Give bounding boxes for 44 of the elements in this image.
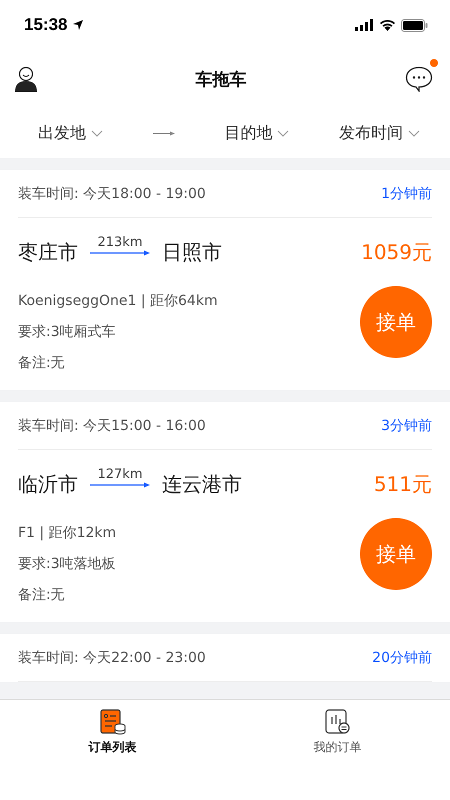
route-arrow-icon bbox=[90, 250, 150, 256]
chevron-down-icon bbox=[91, 130, 103, 136]
battery-icon bbox=[401, 18, 428, 32]
chart-document-icon bbox=[324, 709, 350, 735]
location-arrow-icon bbox=[72, 19, 84, 31]
origin-city: 枣庄市 bbox=[18, 238, 78, 266]
load-time: 装车时间: 今天15:00 - 16:00 bbox=[18, 416, 206, 434]
load-time: 装车时间: 今天22:00 - 23:00 bbox=[18, 648, 206, 666]
filter-dropdown[interactable]: 出发地 bbox=[38, 122, 103, 144]
tab-item[interactable]: 我的订单 bbox=[225, 700, 450, 756]
posted-time: 1分钟前 bbox=[381, 184, 432, 202]
requirement-text: 要求:3吨厢式车 bbox=[18, 323, 117, 342]
load-time: 装车时间: 今天18:00 - 19:00 bbox=[18, 184, 206, 202]
filter-dropdown[interactable]: 目的地 bbox=[224, 122, 290, 144]
order-list-icon bbox=[100, 709, 126, 735]
posted-time: 20分钟前 bbox=[372, 648, 432, 666]
posted-time: 3分钟前 bbox=[381, 416, 432, 434]
clock-time: 15:38 bbox=[24, 15, 68, 35]
signal-icon bbox=[355, 19, 374, 31]
price: 511元 bbox=[374, 471, 432, 498]
destination-city: 连云港市 bbox=[162, 470, 242, 498]
chevron-down-icon bbox=[408, 130, 420, 136]
price: 1059元 bbox=[361, 239, 432, 266]
vehicle-info: KoenigseggOne1 | 距你64km bbox=[18, 292, 219, 311]
order-card[interactable]: 装车时间: 今天15:00 - 16:00 3分钟前 临沂市 127km 连云港市 F1 | 距你12km 要求:3吨落地板 备注:无 511元 接单 bbox=[0, 402, 450, 622]
chevron-down-icon bbox=[277, 130, 290, 136]
chat-bubble-icon[interactable] bbox=[405, 66, 433, 92]
route-distance: 213km bbox=[97, 234, 142, 250]
route-distance: 127km bbox=[97, 466, 142, 482]
order-card[interactable]: 装车时间: 今天22:00 - 23:00 20分钟前 bbox=[0, 634, 450, 682]
user-avatar-icon[interactable] bbox=[15, 66, 37, 92]
destination-city: 日照市 bbox=[162, 238, 222, 266]
tab-item[interactable]: 订单列表 bbox=[0, 700, 225, 756]
note-text: 备注:无 bbox=[18, 586, 66, 605]
order-card[interactable]: 装车时间: 今天18:00 - 19:00 1分钟前 枣庄市 213km 日照市 KoenigseggOne1 | 距你64km 要求:3吨厢式车 备注:无 1059元 接单 bbox=[0, 170, 450, 390]
origin-city: 临沂市 bbox=[18, 470, 78, 498]
page-title: 车拖车 bbox=[196, 68, 246, 90]
vehicle-info: F1 | 距你12km bbox=[18, 524, 118, 543]
requirement-text: 要求:3吨落地板 bbox=[18, 555, 117, 574]
route-arrow-icon bbox=[90, 482, 150, 488]
wifi-icon bbox=[379, 19, 396, 31]
arrow-right-icon bbox=[152, 130, 175, 136]
filter-dropdown[interactable]: 发布时间 bbox=[338, 122, 420, 144]
note-text: 备注:无 bbox=[18, 354, 66, 373]
